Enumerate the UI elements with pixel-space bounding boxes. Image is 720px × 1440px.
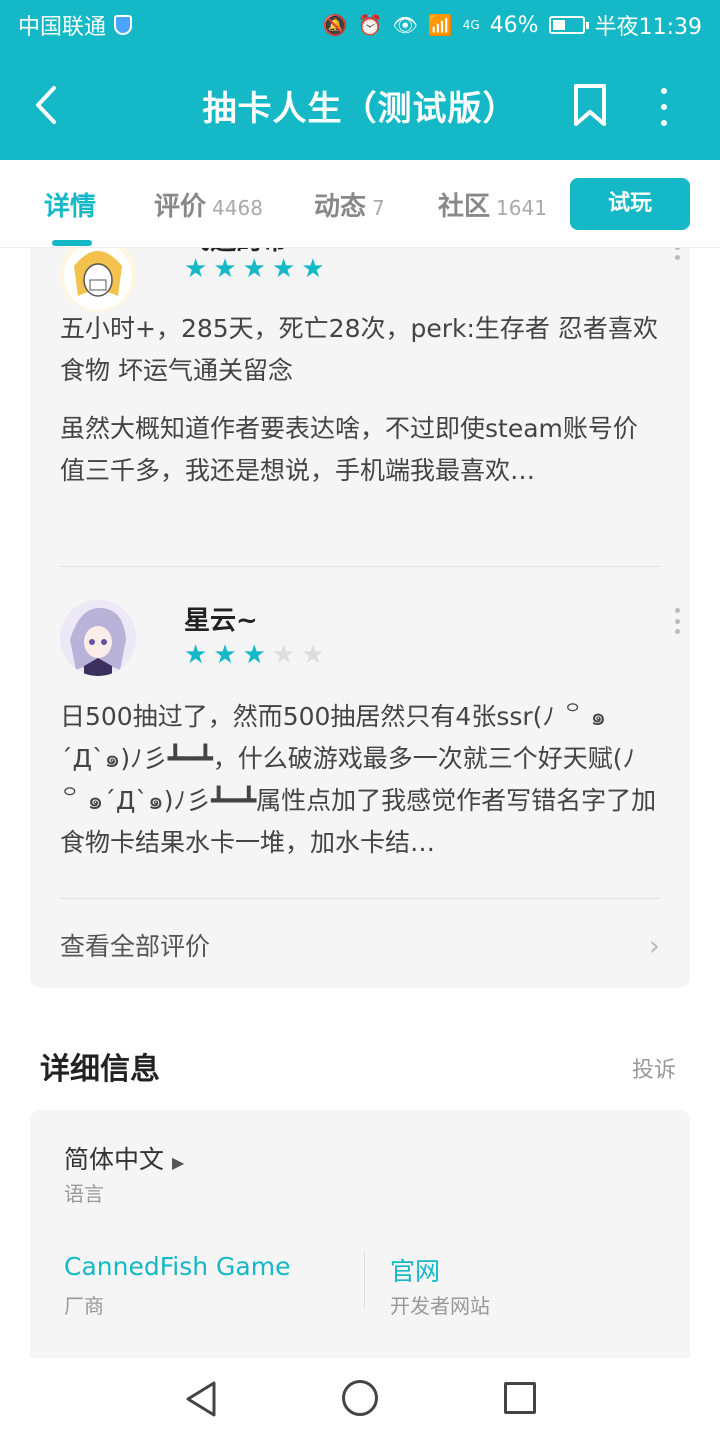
- tab-details-label: 详情: [44, 192, 97, 222]
- carrier-label: 中国联通: [18, 15, 107, 40]
- language-value[interactable]: 简体中文 ▶: [64, 1140, 184, 1176]
- caret-right-icon: ▶: [171, 1153, 185, 1172]
- network-type: 4G: [462, 18, 480, 32]
- details-card: 简体中文 ▶ 语言 CannedFish Game 厂商 官网 开发者网站: [30, 1110, 690, 1360]
- avatar[interactable]: [60, 600, 136, 676]
- language-text: 简体中文: [64, 1145, 165, 1174]
- star-icon: ★: [184, 254, 208, 284]
- star-icon: ★: [271, 254, 296, 284]
- star-icon: ★: [213, 640, 237, 670]
- review-body[interactable]: 日500抽过了，然而500抽居然只有4张ssr(ﾉ ꒪ ๑´Д`๑)ﾉ彡┻━┻，…: [60, 696, 660, 864]
- details-section-title: 详细信息: [40, 1052, 160, 1087]
- title-bar: 抽卡人生（测试版）: [0, 50, 720, 160]
- bookmark-icon[interactable]: [570, 80, 610, 130]
- see-all-label: 查看全部评价: [60, 932, 211, 961]
- divider: [60, 566, 660, 567]
- tab-reviews-count: 4468: [212, 196, 263, 220]
- star-empty-icon: ★: [301, 640, 325, 670]
- tab-details[interactable]: 详情: [44, 186, 96, 223]
- more-options-icon[interactable]: [652, 82, 676, 132]
- avatar[interactable]: [60, 248, 136, 312]
- status-bar: 中国联通 🔕 ⏰ 👁 📶 4G 46% 半夜11:39: [0, 0, 720, 50]
- eye-icon: 👁: [392, 13, 418, 37]
- back-arrow-icon[interactable]: [26, 80, 66, 130]
- clock: 半夜11:39: [594, 15, 702, 40]
- active-tab-indicator: [52, 240, 92, 246]
- wifi-icon: 📶: [427, 13, 453, 37]
- report-link[interactable]: 投诉: [632, 1052, 676, 1084]
- nav-recents-icon[interactable]: [504, 1382, 536, 1414]
- vendor-label: 厂商: [64, 1294, 104, 1318]
- tab-reviews[interactable]: 评价 4468: [154, 186, 263, 223]
- chevron-right-icon: ›: [648, 928, 660, 962]
- tab-community-label: 社区: [438, 192, 491, 222]
- rating-stars: ★ ★ ★ ★ ★: [184, 642, 325, 668]
- star-icon: ★: [301, 254, 325, 284]
- star-empty-icon: ★: [271, 640, 296, 670]
- tab-reviews-label: 评价: [154, 192, 207, 222]
- try-button[interactable]: 试玩: [570, 178, 690, 230]
- nav-home-icon[interactable]: [342, 1380, 378, 1416]
- star-icon: ★: [242, 640, 266, 670]
- official-site-label: 开发者网站: [390, 1294, 490, 1318]
- review-more-icon[interactable]: [672, 608, 682, 634]
- app-header: 中国联通 🔕 ⏰ 👁 📶 4G 46% 半夜11:39 抽卡人生（测试版）: [0, 0, 720, 160]
- rating-stars: ★ ★ ★ ★ ★: [184, 256, 325, 282]
- security-shield-icon: [114, 15, 133, 35]
- star-icon: ★: [242, 254, 266, 284]
- language-label: 语言: [64, 1182, 104, 1206]
- divider: [60, 898, 660, 899]
- battery-percent: 46%: [489, 12, 539, 38]
- battery-icon: [548, 16, 589, 34]
- mute-icon: 🔕: [322, 13, 348, 37]
- tab-activity-label: 动态: [314, 192, 367, 222]
- tab-community-count: 1641: [496, 196, 547, 220]
- system-nav-bar: [0, 1358, 720, 1440]
- official-site-link[interactable]: 官网: [390, 1252, 440, 1288]
- tab-community[interactable]: 社区 1641: [438, 186, 547, 223]
- review-username[interactable]: 星云~: [184, 600, 258, 637]
- page-title: 抽卡人生（测试版）: [202, 88, 518, 129]
- tab-activity[interactable]: 动态 7: [314, 186, 385, 223]
- star-icon: ★: [213, 254, 237, 284]
- tab-activity-count: 7: [372, 196, 385, 220]
- see-all-reviews-link[interactable]: 查看全部评价 ›: [60, 920, 660, 970]
- divider: [364, 1252, 365, 1308]
- reviews-card: 飞逝的帝 ★ ★ ★ ★ ★ 五小时+，285天，死亡28次，perk:生存者 …: [30, 248, 690, 988]
- nav-back-icon[interactable]: [184, 1380, 218, 1418]
- review-summary: 五小时+，285天，死亡28次，perk:生存者 忍者喜欢食物 坏运气通关留念: [60, 314, 658, 385]
- star-icon: ★: [184, 640, 208, 670]
- alarm-icon: ⏰: [357, 13, 383, 37]
- vendor-link[interactable]: CannedFish Game: [64, 1252, 290, 1281]
- tab-bar: 详情 评价 4468 动态 7 社区 1641 试玩: [0, 160, 720, 248]
- review-more-icon[interactable]: [672, 248, 682, 260]
- review-body[interactable]: 虽然大概知道作者要表达啥，不过即使steam账号价值三千多，我还是想说，手机端我…: [60, 408, 660, 492]
